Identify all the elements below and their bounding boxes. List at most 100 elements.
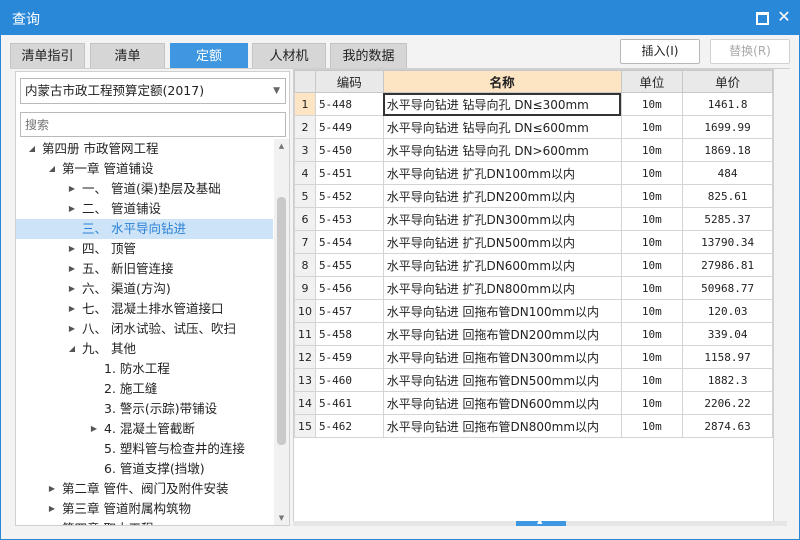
- cell-name[interactable]: 水平导向钻进 扩孔DN100mm以内: [382, 161, 622, 185]
- cell-name[interactable]: 水平导向钻进 回拖布管DN300mm以内: [382, 345, 622, 369]
- expand-arrow-icon[interactable]: ▶: [66, 299, 78, 319]
- tree-item[interactable]: ▶ 六、 渠道(方沟): [16, 279, 273, 299]
- tree-item[interactable]: ▶ 二、 管道铺设: [16, 199, 273, 219]
- table-row[interactable]: 2 5-449 水平导向钻进 钻导向孔 DN≤600mm 10m 1699.99: [294, 115, 773, 139]
- expand-arrow-icon[interactable]: ▶: [66, 199, 78, 219]
- cell-price[interactable]: 1869.18: [682, 138, 773, 162]
- expand-arrow-icon[interactable]: ▶: [46, 479, 58, 499]
- tab-labor-material-machine[interactable]: 人材机: [252, 43, 326, 69]
- table-row[interactable]: 10 5-457 水平导向钻进 回拖布管DN100mm以内 10m 120.03: [294, 299, 773, 323]
- row-number[interactable]: 4: [294, 161, 316, 185]
- cell-unit[interactable]: 10m: [620, 345, 684, 369]
- tree-item[interactable]: ▶ 4. 混凝土管截断: [16, 419, 273, 439]
- cell-price[interactable]: 1882.3: [682, 368, 773, 392]
- cell-unit[interactable]: 10m: [620, 161, 684, 185]
- cell-unit[interactable]: 10m: [620, 184, 684, 208]
- cell-name[interactable]: 水平导向钻进 回拖布管DN600mm以内: [382, 391, 622, 415]
- tree-item[interactable]: ◢ 第一章 管道铺设: [16, 159, 273, 179]
- cell-price[interactable]: 825.61: [682, 184, 773, 208]
- tree-item[interactable]: ▶ 一、 管道(渠)垫层及基础: [16, 179, 273, 199]
- column-header-name[interactable]: 名称: [382, 70, 622, 93]
- tree-item[interactable]: ◢ 九、 其他: [16, 339, 273, 359]
- cell-unit[interactable]: 10m: [620, 322, 684, 346]
- table-row[interactable]: 13 5-460 水平导向钻进 回拖布管DN500mm以内 10m 1882.3: [294, 368, 773, 392]
- row-number[interactable]: 3: [294, 138, 316, 162]
- table-row[interactable]: 11 5-458 水平导向钻进 回拖布管DN200mm以内 10m 339.04: [294, 322, 773, 346]
- cell-price[interactable]: 1699.99: [682, 115, 773, 139]
- cell-name[interactable]: 水平导向钻进 扩孔DN600mm以内: [382, 253, 622, 277]
- tab-quota[interactable]: 定额: [170, 43, 248, 69]
- row-number[interactable]: 2: [294, 115, 316, 139]
- cell-price[interactable]: 5285.37: [682, 207, 773, 231]
- cell-price[interactable]: 2206.22: [682, 391, 773, 415]
- row-number[interactable]: 1: [294, 92, 316, 116]
- cell-name[interactable]: 水平导向钻进 回拖布管DN100mm以内: [382, 299, 622, 323]
- row-number[interactable]: 6: [294, 207, 316, 231]
- cell-name[interactable]: 水平导向钻进 扩孔DN500mm以内: [382, 230, 622, 254]
- cell-unit[interactable]: 10m: [620, 414, 684, 438]
- cell-unit[interactable]: 10m: [620, 391, 684, 415]
- cell-code[interactable]: 5-450: [314, 138, 384, 162]
- quota-library-select[interactable]: 内蒙古市政工程预算定额(2017) ▼: [20, 78, 286, 104]
- row-number[interactable]: 15: [294, 414, 316, 438]
- tree-item[interactable]: 5. 塑料管与检查井的连接: [16, 439, 273, 459]
- tree-item[interactable]: ▶ 第二章 管件、阀门及附件安装: [16, 479, 273, 499]
- tab-list-guide[interactable]: 清单指引: [10, 43, 85, 69]
- row-number[interactable]: 13: [294, 368, 316, 392]
- cell-code[interactable]: 5-449: [314, 115, 384, 139]
- scroll-grip[interactable]: ▲: [516, 517, 566, 526]
- tree-item[interactable]: ▶ 五、 新旧管连接: [16, 259, 273, 279]
- expand-arrow-icon[interactable]: ▶: [46, 499, 58, 519]
- expand-arrow-icon[interactable]: ▶: [66, 259, 78, 279]
- cell-code[interactable]: 5-455: [314, 253, 384, 277]
- cell-code[interactable]: 5-456: [314, 276, 384, 300]
- row-number[interactable]: 11: [294, 322, 316, 346]
- tree-item[interactable]: ◢ 第四册 市政管网工程: [16, 139, 273, 159]
- search-input[interactable]: [20, 112, 286, 137]
- cell-price[interactable]: 120.03: [682, 299, 773, 323]
- table-row[interactable]: 14 5-461 水平导向钻进 回拖布管DN600mm以内 10m 2206.22: [294, 391, 773, 415]
- cell-name[interactable]: 水平导向钻进 回拖布管DN800mm以内: [382, 414, 622, 438]
- table-row[interactable]: 7 5-454 水平导向钻进 扩孔DN500mm以内 10m 13790.34: [294, 230, 773, 254]
- expand-arrow-icon[interactable]: ▶: [66, 279, 78, 299]
- table-row[interactable]: 6 5-453 水平导向钻进 扩孔DN300mm以内 10m 5285.37: [294, 207, 773, 231]
- tree-item[interactable]: 6. 管道支撑(挡墩): [16, 459, 273, 479]
- tree-item[interactable]: ▶ 第四章 取水工程: [16, 519, 273, 525]
- cell-name[interactable]: 水平导向钻进 扩孔DN800mm以内: [382, 276, 622, 300]
- expand-arrow-icon[interactable]: ▶: [66, 319, 78, 339]
- tree-item[interactable]: 2. 施工缝: [16, 379, 273, 399]
- expand-arrow-icon[interactable]: ▶: [66, 239, 78, 259]
- cell-price[interactable]: 1158.97: [682, 345, 773, 369]
- row-number[interactable]: 9: [294, 276, 316, 300]
- cell-name[interactable]: 水平导向钻进 扩孔DN200mm以内: [382, 184, 622, 208]
- cell-code[interactable]: 5-451: [314, 161, 384, 185]
- cell-price[interactable]: 27986.81: [682, 253, 773, 277]
- tree-item[interactable]: 3. 警示(示踪)带铺设: [16, 399, 273, 419]
- cell-name[interactable]: 水平导向钻进 钻导向孔 DN≤600mm: [382, 115, 622, 139]
- cell-unit[interactable]: 10m: [620, 276, 684, 300]
- cell-unit[interactable]: 10m: [620, 230, 684, 254]
- maximize-icon[interactable]: [753, 9, 769, 25]
- cell-code[interactable]: 5-459: [314, 345, 384, 369]
- cell-name[interactable]: 水平导向钻进 回拖布管DN200mm以内: [382, 322, 622, 346]
- cell-code[interactable]: 5-458: [314, 322, 384, 346]
- cell-price[interactable]: 1461.8: [682, 92, 773, 116]
- tree-item[interactable]: ▶ 第三章 管道附属构筑物: [16, 499, 273, 519]
- table-row[interactable]: 3 5-450 水平导向钻进 钻导向孔 DN>600mm 10m 1869.18: [294, 138, 773, 162]
- cell-unit[interactable]: 10m: [620, 207, 684, 231]
- cell-unit[interactable]: 10m: [620, 92, 684, 116]
- expand-arrow-icon[interactable]: ▶: [88, 419, 100, 439]
- table-row[interactable]: 9 5-456 水平导向钻进 扩孔DN800mm以内 10m 50968.77: [294, 276, 773, 300]
- table-row[interactable]: 8 5-455 水平导向钻进 扩孔DN600mm以内 10m 27986.81: [294, 253, 773, 277]
- cell-unit[interactable]: 10m: [620, 115, 684, 139]
- tree-item[interactable]: ▶ 四、 顶管: [16, 239, 273, 259]
- cell-code[interactable]: 5-452: [314, 184, 384, 208]
- grid-horizontal-scrollbar[interactable]: ▲: [293, 517, 787, 526]
- close-icon[interactable]: ✕: [776, 9, 792, 25]
- cell-unit[interactable]: 10m: [620, 368, 684, 392]
- collapse-arrow-icon[interactable]: ◢: [46, 159, 58, 179]
- cell-name[interactable]: 水平导向钻进 钻导向孔 DN>600mm: [382, 138, 622, 162]
- cell-name[interactable]: 水平导向钻进 钻导向孔 DN≤300mm: [382, 92, 622, 116]
- tree-item[interactable]: 1. 防水工程: [16, 359, 273, 379]
- scroll-down-icon[interactable]: ▼: [274, 511, 289, 525]
